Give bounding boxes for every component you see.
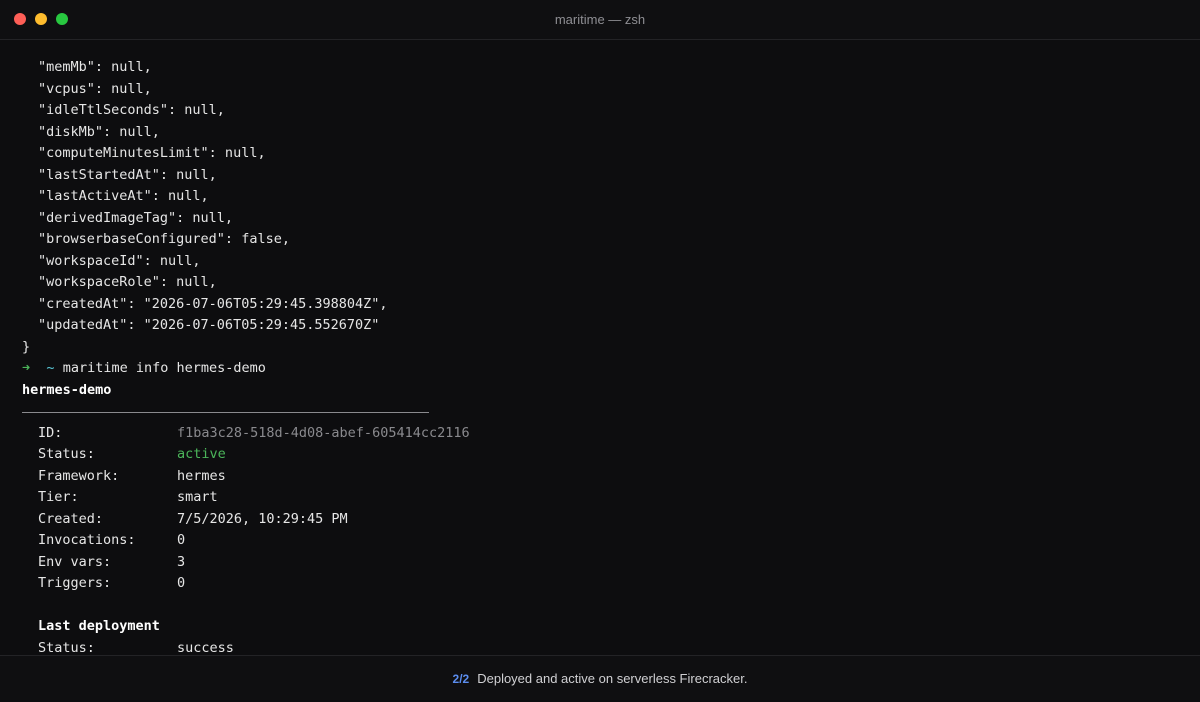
info-label: Env vars: [38,553,112,570]
triggers-value: 0 [177,575,186,591]
json-line: "workspaceId": null, [38,252,201,269]
info-row-invocations: Invocations: 0 [0,530,1200,552]
deploy-status-value: success [177,639,234,656]
info-label: Tier: [38,489,79,505]
heading-divider [0,401,1200,423]
json-line: "vcpus": null, [38,80,152,97]
agent-id-value: f1ba3c28-518d-4d08-abef-605414cc2116 [177,424,470,441]
info-row-envvars: Env vars: 3 [0,552,1200,574]
info-label: Framework: [38,467,120,484]
info-label: Triggers: [38,575,112,591]
prompt-arrow-icon: ➜ [22,360,31,376]
terminal-window: maritime — zsh "memMb": null, "vcpus": n… [0,0,1200,700]
info-row-id: ID: f1ba3c28-518d-4d08-abef-605414cc2116 [0,423,1200,445]
status-bar: 2/2 Deployed and active on serverless Fir… [0,655,1200,700]
window-title: maritime — zsh [554,12,646,27]
info-row-status: Status: active [0,444,1200,466]
json-line: "updatedAt": "2026-07-06T05:29:45.552670… [38,317,380,333]
json-line: "lastActiveAt": null, [38,188,209,204]
json-line: "memMb": null, [38,59,152,75]
json-line: "computeMinutesLimit": null, [38,145,266,161]
framework-value: hermes [177,467,226,484]
info-row-created: Created: 7/5/2026, 10:29:45 PM [0,509,1200,531]
envvars-value: 3 [177,553,186,570]
json-line: "browserbaseConfigured": false, [38,231,290,247]
info-row-framework: Framework: hermes [0,466,1200,488]
status-message: Deployed and active on serverless Firecr… [477,671,748,686]
info-label: Status: [38,446,95,462]
terminal-output[interactable]: "memMb": null, "vcpus": null, "idleTtlSe… [0,57,1200,655]
command-prompt-line: ➜ ~ maritime info hermes-demo [0,358,1200,380]
created-value: 7/5/2026, 10:29:45 PM [177,510,348,527]
info-label: Created: [38,510,104,527]
agent-heading: hermes-demo [22,381,112,398]
title-bar: maritime — zsh [0,0,1200,40]
info-row-tier: Tier: smart [0,487,1200,509]
invocations-value: 0 [177,532,186,548]
info-row-triggers: Triggers: 0 [0,573,1200,595]
json-line: "lastStartedAt": null, [38,166,217,183]
prompt-directory: ~ [46,360,55,376]
last-deployment-heading: Last deployment [38,618,160,634]
info-label: Status: [38,639,95,656]
json-line: "createdAt": "2026-07-06T05:29:45.398804… [38,295,388,312]
json-closing-brace: } [22,338,31,355]
json-line: "derivedImageTag": null, [38,209,234,226]
json-line: "diskMb": null, [38,123,160,140]
info-label: ID: [38,424,63,441]
step-counter: 2/2 [452,672,470,686]
tier-value: smart [177,489,218,505]
status-value: active [177,446,226,462]
info-row-deploy-status: Status: success [0,638,1200,656]
json-line: "idleTtlSeconds": null, [38,102,225,118]
json-line: "workspaceRole": null, [38,274,217,290]
command-text: maritime info hermes-demo [62,360,266,376]
info-label: Invocations: [38,532,136,548]
